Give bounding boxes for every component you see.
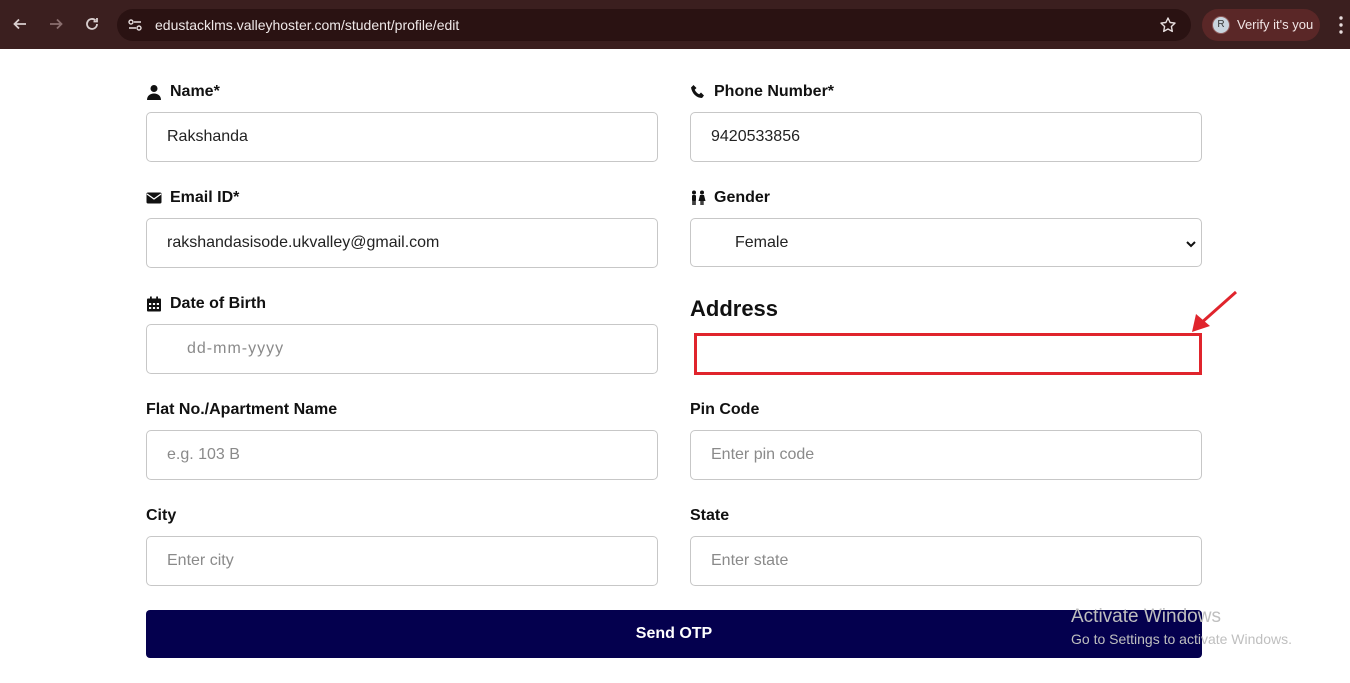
phone-input[interactable] [690,112,1202,162]
reload-icon[interactable] [80,12,104,36]
bookmark-star-icon[interactable] [1159,16,1177,34]
avatar: R [1212,16,1230,34]
email-label-text: Email ID* [170,189,240,206]
pincode-input[interactable] [690,430,1202,480]
state-input[interactable] [690,536,1202,586]
flat-input[interactable] [146,430,658,480]
site-info-icon[interactable] [127,17,143,33]
gender-select[interactable]: Female [690,218,1202,267]
state-label-text: State [690,507,730,524]
phone-icon [690,84,706,100]
user-icon [146,84,162,100]
dob-label-text: Date of Birth [170,295,266,312]
flat-label-text: Flat No./Apartment Name [146,401,338,418]
verify-label: Verify it's you [1237,17,1314,32]
address-heading: Address [690,296,779,321]
name-label-text: Name* [170,83,220,100]
gender-label: Gender [690,188,770,208]
envelope-icon [146,190,162,206]
phone-label: Phone Number* [690,82,834,102]
send-otp-button[interactable]: Send OTP [146,610,1202,658]
pincode-label: Pin Code [690,400,759,420]
activate-windows-title: Activate Windows [1071,606,1221,627]
browser-toolbar: edustacklms.valleyhoster.com/student/pro… [0,0,1350,49]
gender-label-text: Gender [714,189,771,206]
dob-label: Date of Birth [146,294,266,314]
annotation-arrow-icon [1192,290,1237,332]
email-label: Email ID* [146,188,239,208]
annotation-highlight-box [694,333,1202,375]
name-input[interactable] [146,112,658,162]
name-label: Name* [146,82,220,102]
browser-menu-icon[interactable] [1333,13,1349,37]
address-bar[interactable]: edustacklms.valleyhoster.com/student/pro… [117,9,1191,41]
city-input[interactable] [146,536,658,586]
restroom-icon [690,190,706,206]
city-label: City [146,506,176,526]
url-text[interactable]: edustacklms.valleyhoster.com/student/pro… [155,9,459,41]
activate-windows-subtitle: Go to Settings to activate Windows. [1071,631,1292,647]
state-label: State [690,506,729,526]
pincode-label-text: Pin Code [690,401,760,418]
dob-input[interactable] [146,324,658,374]
verify-identity-button[interactable]: R Verify it's you [1202,9,1320,41]
email-input[interactable] [146,218,658,268]
city-label-text: City [146,507,177,524]
calendar-icon [146,296,162,312]
flat-label: Flat No./Apartment Name [146,400,337,420]
forward-icon[interactable] [44,12,68,36]
phone-label-text: Phone Number* [714,83,835,100]
back-icon[interactable] [8,12,32,36]
